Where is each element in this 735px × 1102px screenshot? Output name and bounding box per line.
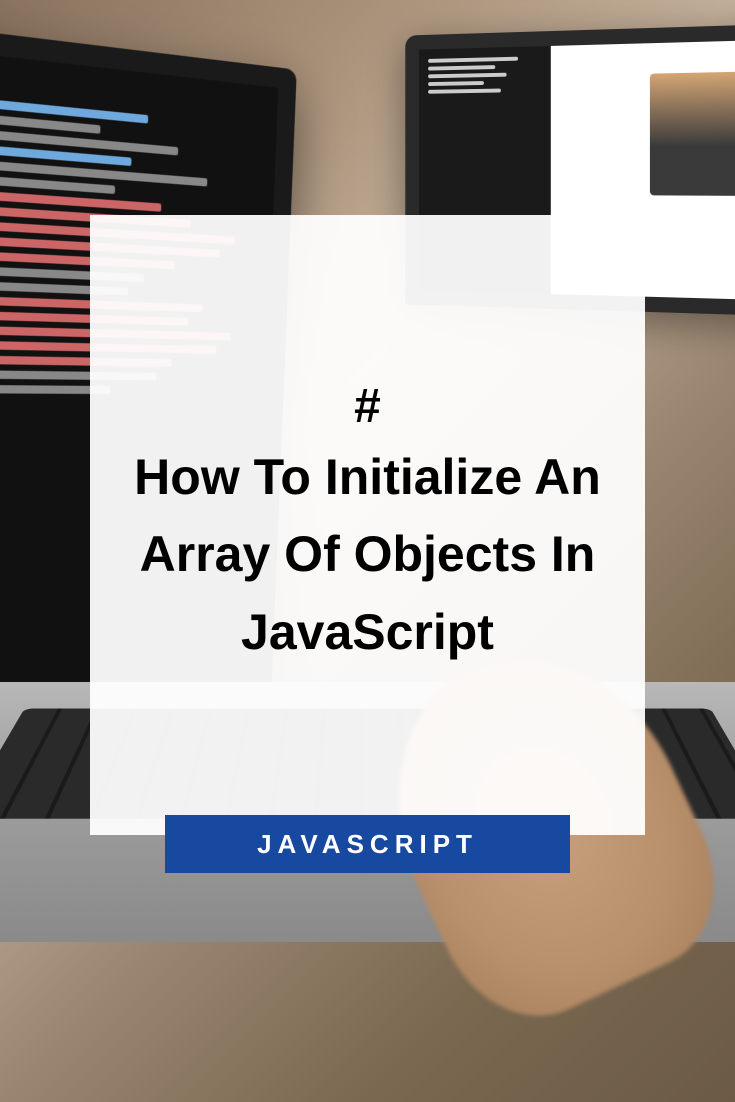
hash-icon: # <box>354 379 381 434</box>
article-title: How To Initialize An Array Of Objects In… <box>120 439 615 672</box>
category-badge: JAVASCRIPT <box>165 815 570 873</box>
person-photo <box>650 71 735 195</box>
title-card: # How To Initialize An Array Of Objects … <box>90 215 645 835</box>
category-label: JAVASCRIPT <box>257 829 478 860</box>
